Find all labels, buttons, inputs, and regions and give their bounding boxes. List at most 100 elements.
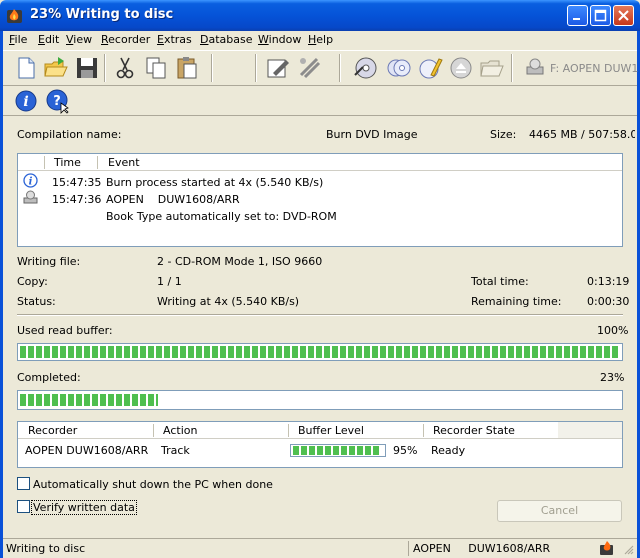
completed-percent: 23%: [600, 371, 625, 384]
col-recorder[interactable]: Recorder: [28, 424, 77, 437]
log-col-event[interactable]: Event: [108, 156, 140, 169]
maximize-button[interactable]: [590, 5, 611, 26]
help-toolbar: i ?: [3, 86, 637, 116]
folder-icon[interactable]: [479, 55, 505, 81]
recorder-action: Track: [161, 444, 190, 457]
burn-icon[interactable]: [297, 55, 323, 81]
recorder-buffer-percent: 95%: [393, 444, 418, 457]
status-bar: Writing to disc AOPEN DUW1608/ARR: [3, 538, 637, 558]
close-button[interactable]: [613, 5, 634, 26]
compilation-name-label: Compilation name:: [17, 128, 122, 141]
info-icon[interactable]: i: [13, 88, 39, 114]
event-log-panel[interactable]: Time Event i 15:47:35 Burn process start…: [17, 153, 623, 247]
menu-database[interactable]: Database: [200, 33, 253, 46]
svg-text:i: i: [29, 177, 33, 188]
eject-icon[interactable]: [448, 55, 474, 81]
paste-icon[interactable]: [174, 55, 200, 81]
completed-progress-fill: [20, 394, 158, 406]
col-recorder-state[interactable]: Recorder State: [433, 424, 515, 437]
drive-icon: [526, 58, 544, 75]
log-time: 15:47:36: [52, 193, 102, 206]
menu-bar: File Edit View Recorder Extras Database …: [3, 31, 637, 49]
remaining-time-label: Remaining time:: [471, 295, 562, 308]
compilation-name-value: Burn DVD Image: [326, 128, 418, 141]
toolbar-separator: [511, 54, 513, 82]
header-divider: [423, 424, 424, 437]
shutdown-checkbox[interactable]: [17, 477, 30, 490]
log-time: 15:47:35: [52, 176, 102, 189]
header-divider: [97, 156, 98, 169]
shutdown-label[interactable]: Automatically shut down the PC when done: [33, 478, 273, 491]
menu-edit[interactable]: Edit: [38, 33, 59, 46]
open-folder-icon[interactable]: [43, 55, 69, 81]
copy-icon[interactable]: [143, 55, 169, 81]
minimize-button[interactable]: [567, 5, 588, 26]
statusbar-drive: AOPEN DUW1608/ARR: [413, 542, 551, 555]
disc-copy-icon[interactable]: [386, 55, 412, 81]
log-event: AOPEN DUW1608/ARR: [106, 193, 240, 206]
recorder-header: Recorder Action Buffer Level Recorder St…: [18, 422, 558, 439]
header-divider: [288, 424, 289, 437]
size-value: 4465 MB / 507:58.0: [529, 128, 635, 141]
drive-icon: [23, 190, 38, 204]
menu-recorder[interactable]: Recorder: [101, 33, 150, 46]
completed-label: Completed:: [17, 371, 81, 384]
burn-status-icon: [600, 541, 613, 555]
menu-window[interactable]: Window: [258, 33, 301, 46]
header-divider: [44, 156, 45, 169]
copy-label: Copy:: [17, 275, 48, 288]
disc-info-icon[interactable]: [353, 55, 379, 81]
col-action[interactable]: Action: [163, 424, 197, 437]
completed-progress-bar: [17, 390, 623, 410]
read-buffer-percent: 100%: [597, 324, 629, 337]
log-header: Time Event: [18, 154, 622, 171]
recorder-name: AOPEN DUW1608/ARR: [25, 444, 149, 457]
toolbar-separator: [339, 54, 341, 82]
recorder-state: Ready: [431, 444, 466, 457]
edit-compilation-icon[interactable]: [265, 55, 291, 81]
drive-selector[interactable]: F: AOPEN DUW1: [550, 62, 638, 75]
log-event: Book Type automatically set to: DVD-ROM: [106, 210, 337, 223]
cut-icon[interactable]: [112, 55, 138, 81]
status-label: Status:: [17, 295, 56, 308]
log-event: Burn process started at 4x (5.540 KB/s): [106, 176, 324, 189]
main-toolbar: F: AOPEN DUW1: [3, 50, 638, 86]
close-icon: [618, 10, 629, 21]
copy-value: 1 / 1: [157, 275, 182, 288]
window-title: 23% Writing to disc: [30, 7, 174, 22]
recorder-buffer-bar: [290, 444, 386, 457]
status-value: Writing at 4x (5.540 KB/s): [157, 295, 300, 308]
toolbar-separator: [211, 54, 213, 82]
total-time-value: 0:13:19: [587, 275, 630, 288]
toolbar-separator: [104, 54, 106, 82]
title-bar[interactable]: 23% Writing to disc: [0, 0, 640, 31]
col-buffer-level[interactable]: Buffer Level: [298, 424, 364, 437]
read-buffer-bar: [17, 343, 623, 361]
menu-help[interactable]: Help: [308, 33, 333, 46]
verify-checkbox[interactable]: [17, 500, 30, 513]
log-col-time[interactable]: Time: [54, 156, 81, 169]
size-label: Size:: [490, 128, 517, 141]
menu-view[interactable]: View: [66, 33, 92, 46]
info-icon: i: [23, 173, 38, 188]
header-divider: [153, 424, 154, 437]
menu-extras[interactable]: Extras: [157, 33, 192, 46]
new-document-icon[interactable]: [13, 55, 39, 81]
section-divider: [17, 314, 623, 316]
statusbar-text: Writing to disc: [6, 542, 86, 555]
header-filler: [558, 422, 622, 439]
total-time-label: Total time:: [471, 275, 529, 288]
statusbar-divider: [408, 541, 409, 556]
cancel-button[interactable]: Cancel: [497, 500, 622, 522]
help-icon[interactable]: ?: [45, 88, 71, 114]
writing-file-value: 2 - CD-ROM Mode 1, ISO 9660: [157, 255, 323, 268]
recorder-table: Recorder Action Buffer Level Recorder St…: [17, 421, 623, 468]
remaining-time-value: 0:00:30: [587, 295, 630, 308]
save-icon[interactable]: [74, 55, 100, 81]
menu-file[interactable]: File: [9, 33, 27, 46]
write-pencil-icon[interactable]: [417, 55, 443, 81]
verify-label[interactable]: Verify written data: [31, 500, 137, 515]
resize-grip-icon[interactable]: [623, 544, 634, 555]
svg-text:?: ?: [53, 94, 61, 109]
toolbar-separator: [255, 54, 257, 82]
